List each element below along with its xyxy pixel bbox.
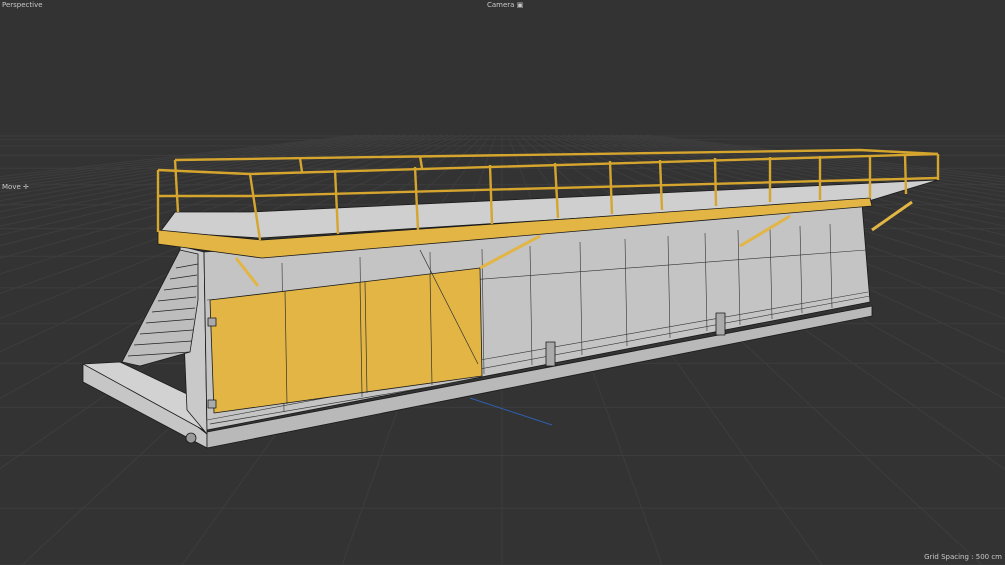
world-axis-line — [469, 397, 553, 426]
access-stairs[interactable] — [121, 249, 199, 367]
move-icon: ✛ — [23, 183, 29, 191]
door-latch-1[interactable] — [545, 341, 556, 367]
camera-menu[interactable]: Camera ▣ — [487, 1, 523, 10]
viewport-scene[interactable] — [0, 0, 1005, 565]
view-name-label[interactable]: Perspective — [2, 1, 43, 10]
3d-viewport[interactable]: Perspective Camera ▣ Move ✛ Grid Spacing… — [0, 0, 1005, 565]
door-hinge-bottom — [207, 399, 217, 409]
camera-name-label[interactable]: Camera — [487, 1, 514, 9]
grid-spacing-label: Grid Spacing : 500 cm — [924, 553, 1002, 561]
camera-icon[interactable]: ▣ — [517, 1, 524, 9]
active-tool-indicator: Move ✛ — [2, 183, 29, 192]
lifting-lug[interactable] — [185, 432, 197, 444]
door-hinge-top — [207, 317, 217, 327]
container-model[interactable] — [82, 148, 940, 449]
active-tool-label: Move — [2, 183, 21, 191]
door-latch-2[interactable] — [715, 312, 726, 336]
